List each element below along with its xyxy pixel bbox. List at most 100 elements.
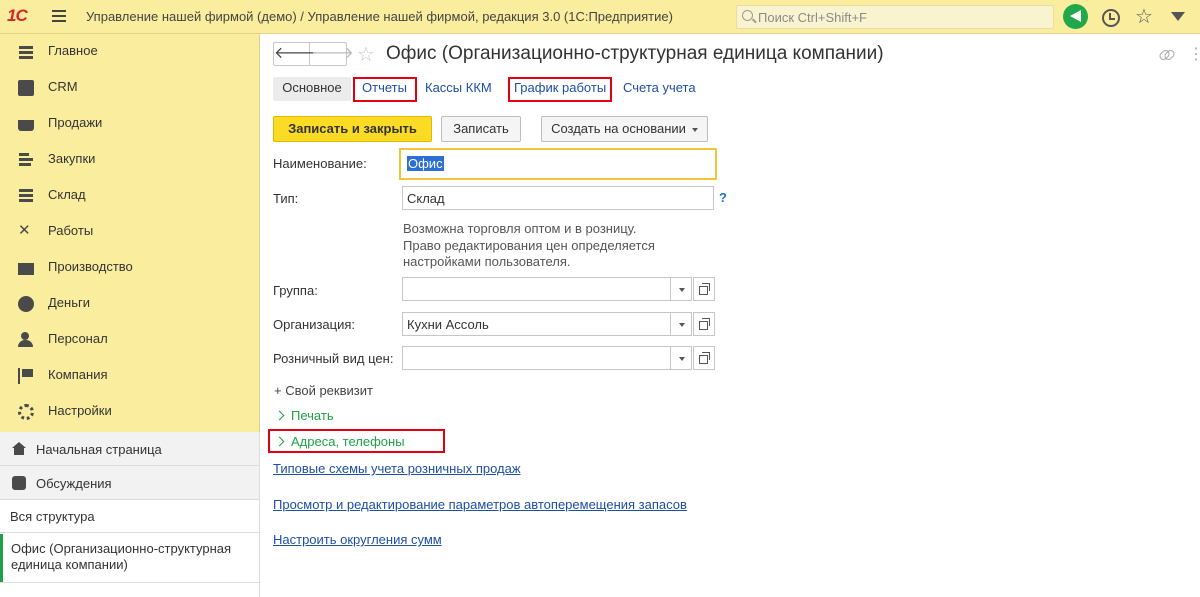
type-help-icon[interactable]: ? — [719, 190, 727, 205]
hint-line: Право редактирования цен определяется — [403, 237, 655, 253]
contacts-card-icon — [18, 80, 34, 96]
open-window-label: Офис (Организационно-структурная единица… — [11, 541, 232, 572]
add-own-attribute-link[interactable]: + Свой реквизит — [274, 383, 373, 398]
add-to-favorites-star-icon[interactable]: ☆ — [357, 42, 375, 67]
factory-icon — [18, 263, 34, 275]
favorites-star-icon[interactable]: ☆ — [1132, 5, 1156, 29]
windows-panel: Начальная страница Обсуждения Вся структ… — [0, 432, 260, 597]
sidebar-item-company[interactable]: Компания — [0, 358, 259, 394]
page-title: Офис (Организационно-структурная единица… — [386, 43, 884, 64]
print-group-label: Печать — [291, 408, 334, 423]
group-dropdown-button[interactable] — [670, 278, 692, 300]
name-label: Наименование: — [273, 156, 367, 171]
sidebar-item-label: Продажи — [48, 115, 103, 130]
warehouse-icon — [18, 188, 34, 204]
money-coin-icon — [18, 296, 34, 312]
hint-line: Возможна торговля оптом и в розницу. — [403, 221, 637, 236]
group-field[interactable] — [402, 277, 715, 301]
search-icon — [742, 10, 753, 21]
save-and-close-button[interactable]: Записать и закрыть — [273, 116, 432, 142]
sidebar-item-label: Главное — [48, 43, 98, 58]
sidebar-item-works[interactable]: ✕ Работы — [0, 214, 259, 250]
sidebar-item-label: Работы — [48, 223, 94, 238]
highlight-box — [508, 77, 612, 102]
divider — [0, 532, 259, 533]
back-arrow-icon[interactable]: 🡐 — [274, 43, 317, 65]
sidebar-item-label: Настройки — [48, 403, 112, 418]
sidebar-item-money[interactable]: Деньги — [0, 286, 259, 322]
all-structure-link[interactable]: Вся структура — [10, 509, 95, 524]
app-menu-dropdown-icon[interactable] — [1166, 5, 1190, 29]
discussions-label: Обсуждения — [36, 476, 112, 491]
app-title: Управление нашей фирмой (демо) / Управле… — [86, 9, 673, 24]
tab-main[interactable]: Основное — [273, 77, 351, 101]
basket-icon — [18, 120, 34, 131]
discussions-link[interactable]: Обсуждения — [0, 466, 259, 500]
open-window-tab[interactable]: Офис (Организационно-структурная единица… — [0, 534, 259, 582]
sidebar-item-label: Производство — [48, 259, 133, 274]
retail-schemes-link[interactable]: Типовые схемы учета розничных продаж — [273, 461, 521, 476]
sections-panel: Главное CRM Продажи Закупки Склад ✕ Рабо… — [0, 34, 260, 432]
purchases-icon — [18, 152, 34, 168]
link-icon[interactable] — [1158, 46, 1174, 62]
search-input[interactable]: Поиск Ctrl+Shift+F — [736, 5, 1054, 29]
group-label: Группа: — [273, 283, 318, 298]
main-menu-icon[interactable] — [52, 10, 66, 22]
tools-icon: ✕ — [18, 222, 31, 239]
type-value: Склад — [407, 191, 445, 206]
print-group-toggle[interactable]: Печать — [274, 408, 334, 423]
sidebar-item-production[interactable]: Производство — [0, 250, 259, 286]
forward-arrow-icon[interactable]: 🡒 — [311, 43, 354, 65]
hint-line: настройками пользователя. — [403, 254, 571, 269]
sidebar-item-settings[interactable]: Настройки — [0, 394, 259, 430]
people-icon — [18, 332, 34, 348]
sidebar-item-label: CRM — [48, 79, 78, 94]
organization-field[interactable]: Кухни Ассоль — [402, 312, 715, 336]
create-based-on-button[interactable]: Создать на основании — [541, 116, 708, 142]
title-bar: 1С Управление нашей фирмой (демо) / Упра… — [0, 0, 1200, 34]
sidebar-item-purchases[interactable]: Закупки — [0, 142, 259, 178]
divider — [0, 582, 259, 583]
organization-label: Организация: — [273, 317, 356, 332]
home-page-link[interactable]: Начальная страница — [0, 432, 259, 466]
notifications-icon[interactable] — [1063, 4, 1088, 29]
app-logo: 1С — [7, 6, 28, 25]
type-label: Тип: — [273, 191, 299, 206]
sidebar-item-label: Закупки — [48, 151, 96, 166]
sidebar-item-personnel[interactable]: Персонал — [0, 322, 259, 358]
more-actions-icon[interactable]: ⋮ — [1188, 44, 1200, 64]
organization-dropdown-button[interactable] — [670, 313, 692, 335]
highlight-box — [353, 77, 417, 102]
retail-price-dropdown-button[interactable] — [670, 347, 692, 369]
type-field[interactable]: Склад — [402, 186, 714, 210]
sidebar-item-main[interactable]: Главное — [0, 34, 259, 70]
organization-value: Кухни Ассоль — [407, 317, 489, 332]
history-nav: 🡐 🡒 — [273, 42, 354, 66]
history-icon[interactable] — [1098, 5, 1122, 29]
sidebar-item-label: Склад — [48, 187, 86, 202]
sidebar-item-label: Персонал — [48, 331, 108, 346]
menu-lines-icon — [18, 44, 34, 60]
retail-price-field[interactable] — [402, 346, 715, 370]
create-based-on-label: Создать на основании — [551, 121, 686, 136]
chevron-down-icon — [691, 127, 698, 132]
auto-transfer-link[interactable]: Просмотр и редактирование параметров авт… — [273, 497, 687, 512]
name-value: Офис — [407, 156, 444, 171]
highlight-box — [268, 429, 445, 453]
tab-accounts[interactable]: Счета учета — [623, 77, 696, 101]
name-field[interactable]: Офис — [399, 148, 717, 180]
organization-open-button[interactable] — [693, 312, 715, 336]
group-open-button[interactable] — [693, 277, 715, 301]
sidebar-item-label: Компания — [48, 367, 108, 382]
retail-price-open-button[interactable] — [693, 346, 715, 370]
save-button[interactable]: Записать — [441, 116, 521, 142]
chat-icon — [12, 476, 26, 490]
rounding-link[interactable]: Настроить округления сумм — [273, 532, 442, 547]
tab-cash-registers[interactable]: Кассы ККМ — [425, 77, 492, 101]
type-hint: Возможна торговля оптом и в розницу. Пра… — [403, 221, 655, 271]
flag-icon — [18, 368, 34, 384]
sidebar-item-warehouse[interactable]: Склад — [0, 178, 259, 214]
sidebar-item-crm[interactable]: CRM — [0, 70, 259, 106]
sidebar-item-label: Деньги — [48, 295, 90, 310]
sidebar-item-sales[interactable]: Продажи — [0, 106, 259, 142]
